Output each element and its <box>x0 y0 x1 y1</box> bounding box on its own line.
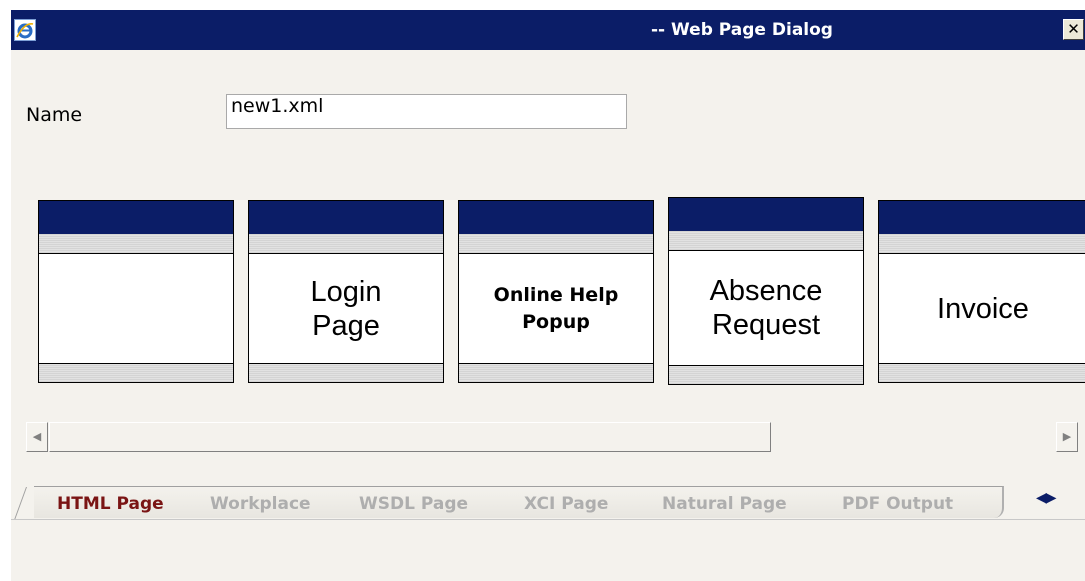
dialog-title: -- Web Page Dialog <box>651 20 833 40</box>
tab-workplace[interactable]: Workplace <box>210 494 311 514</box>
tab-pdf-output[interactable]: PDF Output <box>842 494 953 514</box>
tab-xci-page[interactable]: XCI Page <box>524 494 608 514</box>
name-label: Name <box>26 104 83 126</box>
page-type-tabbar: HTML Page Workplace WSDL Page XCI Page N… <box>11 486 1085 581</box>
template-login-page[interactable]: Login Page <box>248 200 444 383</box>
template-label <box>39 255 233 363</box>
template-header <box>39 201 233 234</box>
tab-html-page[interactable]: HTML Page <box>57 494 164 514</box>
template-label: Absence Request <box>709 275 823 341</box>
template-invoice[interactable]: Invoice <box>878 200 1085 383</box>
tab-scroll-right-icon[interactable]: ▶ <box>1046 490 1057 506</box>
template-toolbar <box>669 231 863 251</box>
template-blank[interactable] <box>38 200 234 383</box>
tab-scroll-left-icon[interactable]: ◀ <box>1036 490 1047 506</box>
template-toolbar <box>879 234 1085 254</box>
tab-divider <box>11 519 1085 520</box>
template-header <box>459 201 653 234</box>
scroll-right-button[interactable]: ▶ <box>1056 422 1078 452</box>
template-absence-request[interactable]: Absence Request <box>668 197 864 385</box>
template-toolbar <box>39 234 233 254</box>
scroll-thumb[interactable] <box>49 422 771 452</box>
tab-strip: HTML Page Workplace WSDL Page XCI Page N… <box>34 486 1004 518</box>
ie-icon <box>14 19 36 41</box>
template-toolbar <box>459 234 653 254</box>
scroll-left-button[interactable]: ◀ <box>26 422 48 452</box>
template-header <box>249 201 443 234</box>
close-button[interactable]: ✕ <box>1063 19 1084 40</box>
template-header <box>879 201 1085 234</box>
tab-natural-page[interactable]: Natural Page <box>662 494 787 514</box>
template-label: Online Help Popup <box>493 284 619 333</box>
template-toolbar <box>249 234 443 254</box>
template-header <box>669 198 863 231</box>
name-input[interactable]: new1.xml <box>226 94 627 129</box>
title-bar: -- Web Page Dialog ✕ <box>11 10 1085 50</box>
template-footer <box>459 363 653 382</box>
template-label: Invoice <box>937 293 1029 325</box>
template-footer <box>39 363 233 382</box>
tab-scroll-arrows[interactable]: ◀▶ <box>1036 490 1057 506</box>
template-footer <box>249 363 443 382</box>
template-footer <box>669 365 863 384</box>
tab-wsdl-page[interactable]: WSDL Page <box>359 494 468 514</box>
template-label: Login Page <box>310 276 382 342</box>
template-online-help-popup[interactable]: Online Help Popup <box>458 200 654 383</box>
web-page-dialog: -- Web Page Dialog ✕ Name new1.xml Login… <box>9 10 1085 581</box>
template-footer <box>879 363 1085 382</box>
horizontal-scrollbar[interactable]: ◀ ▶ <box>26 422 1078 452</box>
